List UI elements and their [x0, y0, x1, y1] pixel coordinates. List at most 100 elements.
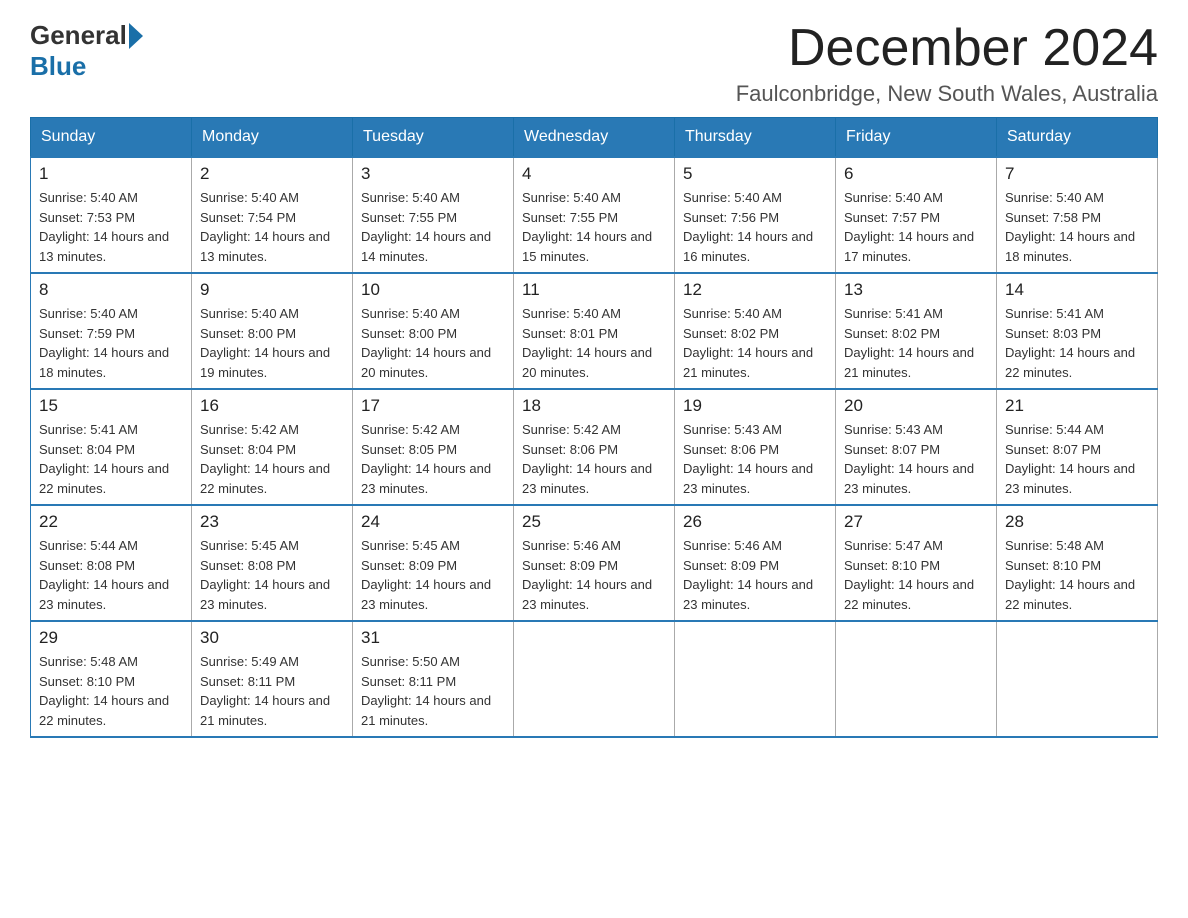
day-number: 7 — [1005, 164, 1149, 184]
day-info: Sunrise: 5:50 AM Sunset: 8:11 PM Dayligh… — [361, 652, 505, 730]
day-number: 23 — [200, 512, 344, 532]
day-number: 25 — [522, 512, 666, 532]
day-number: 14 — [1005, 280, 1149, 300]
day-info: Sunrise: 5:48 AM Sunset: 8:10 PM Dayligh… — [1005, 536, 1149, 614]
calendar-header: SundayMondayTuesdayWednesdayThursdayFrid… — [31, 118, 1158, 158]
day-of-week-header: Tuesday — [353, 118, 514, 158]
logo-blue-text: Blue — [30, 51, 86, 81]
day-number: 13 — [844, 280, 988, 300]
calendar-day-cell: 5 Sunrise: 5:40 AM Sunset: 7:56 PM Dayli… — [675, 157, 836, 273]
calendar-day-cell: 11 Sunrise: 5:40 AM Sunset: 8:01 PM Dayl… — [514, 273, 675, 389]
day-info: Sunrise: 5:42 AM Sunset: 8:06 PM Dayligh… — [522, 420, 666, 498]
calendar-week-row: 29 Sunrise: 5:48 AM Sunset: 8:10 PM Dayl… — [31, 621, 1158, 737]
day-info: Sunrise: 5:44 AM Sunset: 8:08 PM Dayligh… — [39, 536, 183, 614]
days-of-week-row: SundayMondayTuesdayWednesdayThursdayFrid… — [31, 118, 1158, 158]
day-info: Sunrise: 5:40 AM Sunset: 8:02 PM Dayligh… — [683, 304, 827, 382]
calendar-day-cell: 24 Sunrise: 5:45 AM Sunset: 8:09 PM Dayl… — [353, 505, 514, 621]
calendar-day-cell: 30 Sunrise: 5:49 AM Sunset: 8:11 PM Dayl… — [192, 621, 353, 737]
calendar-day-cell: 19 Sunrise: 5:43 AM Sunset: 8:06 PM Dayl… — [675, 389, 836, 505]
day-info: Sunrise: 5:40 AM Sunset: 7:56 PM Dayligh… — [683, 188, 827, 266]
day-number: 3 — [361, 164, 505, 184]
day-number: 27 — [844, 512, 988, 532]
calendar-day-cell: 1 Sunrise: 5:40 AM Sunset: 7:53 PM Dayli… — [31, 157, 192, 273]
calendar-day-cell: 17 Sunrise: 5:42 AM Sunset: 8:05 PM Dayl… — [353, 389, 514, 505]
calendar-day-cell: 6 Sunrise: 5:40 AM Sunset: 7:57 PM Dayli… — [836, 157, 997, 273]
day-number: 20 — [844, 396, 988, 416]
day-info: Sunrise: 5:40 AM Sunset: 8:01 PM Dayligh… — [522, 304, 666, 382]
logo-arrow-icon — [129, 23, 143, 49]
calendar-day-cell: 8 Sunrise: 5:40 AM Sunset: 7:59 PM Dayli… — [31, 273, 192, 389]
calendar-week-row: 1 Sunrise: 5:40 AM Sunset: 7:53 PM Dayli… — [31, 157, 1158, 273]
day-number: 6 — [844, 164, 988, 184]
day-info: Sunrise: 5:45 AM Sunset: 8:08 PM Dayligh… — [200, 536, 344, 614]
calendar-week-row: 22 Sunrise: 5:44 AM Sunset: 8:08 PM Dayl… — [31, 505, 1158, 621]
calendar-day-cell: 27 Sunrise: 5:47 AM Sunset: 8:10 PM Dayl… — [836, 505, 997, 621]
calendar-day-cell: 29 Sunrise: 5:48 AM Sunset: 8:10 PM Dayl… — [31, 621, 192, 737]
day-info: Sunrise: 5:43 AM Sunset: 8:07 PM Dayligh… — [844, 420, 988, 498]
day-number: 22 — [39, 512, 183, 532]
day-info: Sunrise: 5:40 AM Sunset: 7:57 PM Dayligh… — [844, 188, 988, 266]
day-info: Sunrise: 5:40 AM Sunset: 7:54 PM Dayligh… — [200, 188, 344, 266]
day-info: Sunrise: 5:40 AM Sunset: 7:53 PM Dayligh… — [39, 188, 183, 266]
day-of-week-header: Sunday — [31, 118, 192, 158]
calendar-day-cell — [836, 621, 997, 737]
day-number: 29 — [39, 628, 183, 648]
calendar-day-cell: 21 Sunrise: 5:44 AM Sunset: 8:07 PM Dayl… — [997, 389, 1158, 505]
day-number: 19 — [683, 396, 827, 416]
calendar-day-cell: 14 Sunrise: 5:41 AM Sunset: 8:03 PM Dayl… — [997, 273, 1158, 389]
day-of-week-header: Monday — [192, 118, 353, 158]
calendar-day-cell: 13 Sunrise: 5:41 AM Sunset: 8:02 PM Dayl… — [836, 273, 997, 389]
day-info: Sunrise: 5:48 AM Sunset: 8:10 PM Dayligh… — [39, 652, 183, 730]
day-number: 31 — [361, 628, 505, 648]
calendar-day-cell: 25 Sunrise: 5:46 AM Sunset: 8:09 PM Dayl… — [514, 505, 675, 621]
day-number: 21 — [1005, 396, 1149, 416]
month-title: December 2024 — [736, 20, 1158, 77]
calendar-day-cell — [997, 621, 1158, 737]
calendar-day-cell: 31 Sunrise: 5:50 AM Sunset: 8:11 PM Dayl… — [353, 621, 514, 737]
day-number: 26 — [683, 512, 827, 532]
calendar-week-row: 8 Sunrise: 5:40 AM Sunset: 7:59 PM Dayli… — [31, 273, 1158, 389]
day-info: Sunrise: 5:40 AM Sunset: 7:55 PM Dayligh… — [522, 188, 666, 266]
day-info: Sunrise: 5:42 AM Sunset: 8:05 PM Dayligh… — [361, 420, 505, 498]
logo-general-text: General — [30, 20, 127, 51]
day-info: Sunrise: 5:47 AM Sunset: 8:10 PM Dayligh… — [844, 536, 988, 614]
day-info: Sunrise: 5:40 AM Sunset: 7:58 PM Dayligh… — [1005, 188, 1149, 266]
day-info: Sunrise: 5:41 AM Sunset: 8:03 PM Dayligh… — [1005, 304, 1149, 382]
calendar-week-row: 15 Sunrise: 5:41 AM Sunset: 8:04 PM Dayl… — [31, 389, 1158, 505]
day-of-week-header: Friday — [836, 118, 997, 158]
calendar-day-cell — [675, 621, 836, 737]
day-info: Sunrise: 5:46 AM Sunset: 8:09 PM Dayligh… — [522, 536, 666, 614]
calendar-day-cell: 26 Sunrise: 5:46 AM Sunset: 8:09 PM Dayl… — [675, 505, 836, 621]
day-info: Sunrise: 5:41 AM Sunset: 8:02 PM Dayligh… — [844, 304, 988, 382]
calendar-day-cell: 4 Sunrise: 5:40 AM Sunset: 7:55 PM Dayli… — [514, 157, 675, 273]
day-info: Sunrise: 5:40 AM Sunset: 8:00 PM Dayligh… — [361, 304, 505, 382]
calendar-day-cell: 10 Sunrise: 5:40 AM Sunset: 8:00 PM Dayl… — [353, 273, 514, 389]
day-number: 9 — [200, 280, 344, 300]
day-info: Sunrise: 5:41 AM Sunset: 8:04 PM Dayligh… — [39, 420, 183, 498]
calendar-day-cell: 23 Sunrise: 5:45 AM Sunset: 8:08 PM Dayl… — [192, 505, 353, 621]
day-info: Sunrise: 5:43 AM Sunset: 8:06 PM Dayligh… — [683, 420, 827, 498]
day-number: 5 — [683, 164, 827, 184]
day-info: Sunrise: 5:44 AM Sunset: 8:07 PM Dayligh… — [1005, 420, 1149, 498]
day-number: 16 — [200, 396, 344, 416]
day-of-week-header: Wednesday — [514, 118, 675, 158]
day-info: Sunrise: 5:46 AM Sunset: 8:09 PM Dayligh… — [683, 536, 827, 614]
title-block: December 2024 Faulconbridge, New South W… — [736, 20, 1158, 107]
day-info: Sunrise: 5:49 AM Sunset: 8:11 PM Dayligh… — [200, 652, 344, 730]
day-number: 4 — [522, 164, 666, 184]
day-number: 17 — [361, 396, 505, 416]
calendar-day-cell: 20 Sunrise: 5:43 AM Sunset: 8:07 PM Dayl… — [836, 389, 997, 505]
calendar-day-cell: 2 Sunrise: 5:40 AM Sunset: 7:54 PM Dayli… — [192, 157, 353, 273]
calendar-day-cell: 22 Sunrise: 5:44 AM Sunset: 8:08 PM Dayl… — [31, 505, 192, 621]
calendar-day-cell: 28 Sunrise: 5:48 AM Sunset: 8:10 PM Dayl… — [997, 505, 1158, 621]
calendar-day-cell — [514, 621, 675, 737]
logo: General Blue — [30, 20, 145, 82]
day-number: 11 — [522, 280, 666, 300]
calendar-day-cell: 15 Sunrise: 5:41 AM Sunset: 8:04 PM Dayl… — [31, 389, 192, 505]
calendar-day-cell: 16 Sunrise: 5:42 AM Sunset: 8:04 PM Dayl… — [192, 389, 353, 505]
day-number: 8 — [39, 280, 183, 300]
day-info: Sunrise: 5:40 AM Sunset: 7:55 PM Dayligh… — [361, 188, 505, 266]
day-number: 24 — [361, 512, 505, 532]
calendar-day-cell: 7 Sunrise: 5:40 AM Sunset: 7:58 PM Dayli… — [997, 157, 1158, 273]
calendar-day-cell: 18 Sunrise: 5:42 AM Sunset: 8:06 PM Dayl… — [514, 389, 675, 505]
